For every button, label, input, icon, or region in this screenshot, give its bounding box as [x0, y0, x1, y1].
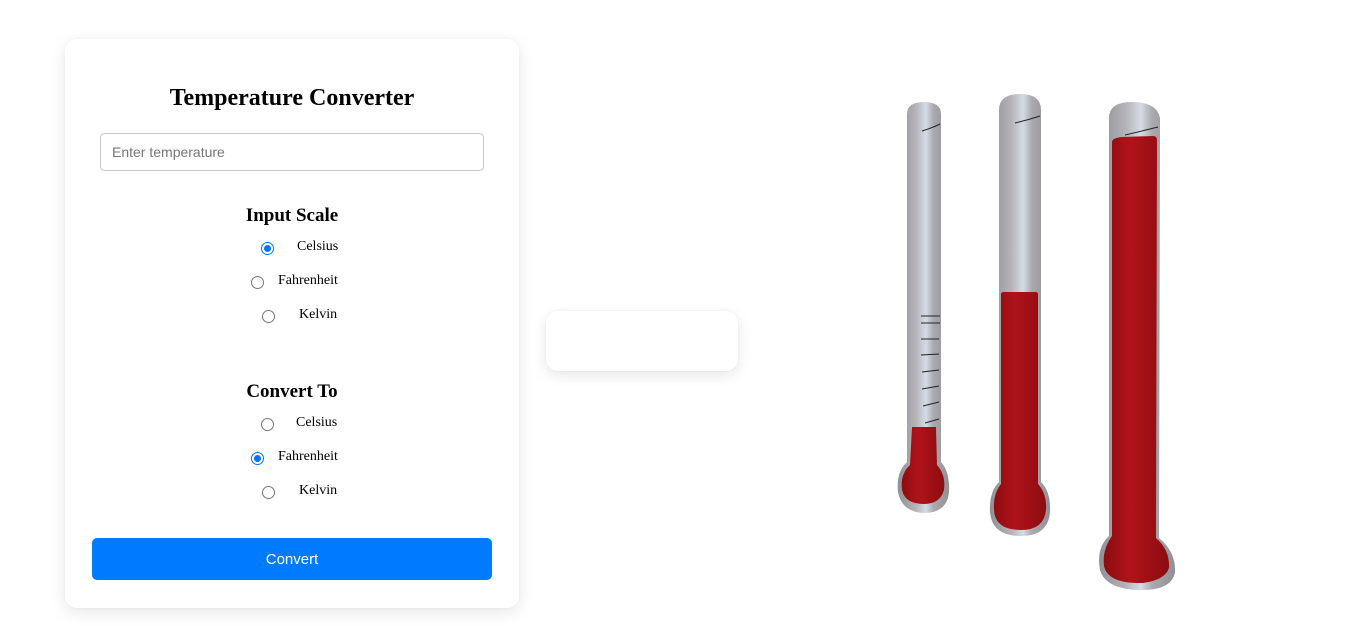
input-fahrenheit-label: Fahrenheit [278, 273, 338, 288]
input-scale-heading: Input Scale [245, 205, 339, 226]
thermometers-display [897, 94, 1176, 590]
input-celsius-radio[interactable] [261, 242, 274, 255]
output-fahrenheit-label: Fahrenheit [278, 449, 338, 464]
convert-button[interactable]: Convert [92, 538, 492, 580]
page: Temperature Converter Input Scale Celsiu… [0, 0, 1366, 632]
thermometer-3 [1099, 102, 1176, 590]
output-fahrenheit-radio[interactable] [251, 452, 264, 465]
output-kelvin-radio[interactable] [262, 486, 275, 499]
input-kelvin-label: Kelvin [299, 307, 338, 322]
temperature-input[interactable] [100, 133, 484, 171]
output-kelvin-label: Kelvin [299, 483, 338, 498]
input-celsius-label: Celsius [297, 239, 339, 254]
output-celsius-label: Celsius [296, 415, 338, 430]
result-box [546, 311, 738, 371]
converter-card: Temperature Converter Input Scale Celsiu… [65, 39, 519, 608]
output-celsius-radio[interactable] [261, 418, 274, 431]
thermometer-1 [897, 102, 950, 513]
thermometer-2 [989, 94, 1051, 536]
page-title: Temperature Converter [169, 85, 415, 111]
input-kelvin-radio[interactable] [262, 310, 275, 323]
convert-to-heading: Convert To [246, 381, 338, 402]
input-fahrenheit-radio[interactable] [251, 276, 264, 289]
